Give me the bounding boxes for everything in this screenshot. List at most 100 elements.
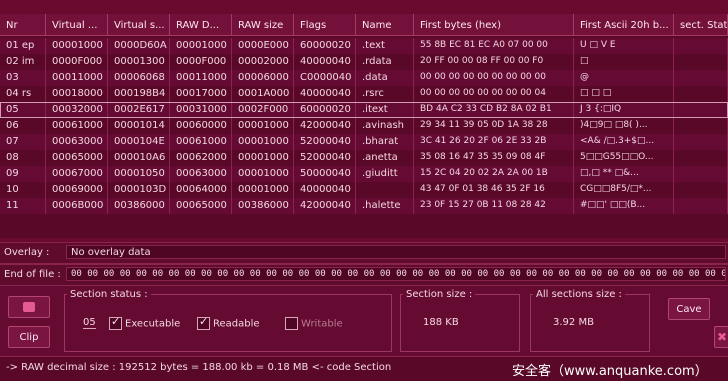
table-cell: <A& /□.3+$□...	[574, 134, 674, 150]
table-cell: 00001000	[232, 150, 294, 166]
table-row[interactable]: 02 im 0000F000 00001300 0000F000 00002000 400…	[0, 54, 728, 70]
table-cell: 00006068	[108, 70, 170, 86]
table-cell: 00001000	[232, 118, 294, 134]
table-cell: 3C 41 26 20 2F 06 2E 33 2B	[414, 134, 574, 150]
copy-button[interactable]	[8, 296, 50, 318]
table-cell: .halette	[356, 198, 414, 214]
column-header[interactable]: RAW D...	[170, 14, 232, 36]
table-cell	[674, 134, 728, 150]
table-row[interactable]: 09 00067000 00001050 00063000 00001000 500000…	[0, 166, 728, 182]
section-status-title: Section status :	[67, 289, 151, 300]
all-sections-value: 3.92 MB	[553, 317, 594, 328]
table-row[interactable]: 05 00032000 0002E617 00031000 0002F000 600000…	[0, 102, 728, 118]
table-cell: 60000020	[294, 38, 356, 54]
table-cell: .data	[356, 70, 414, 86]
executable-checkbox[interactable]: Executable	[109, 315, 180, 330]
table-cell: @	[574, 70, 674, 86]
table-row[interactable]: 07 00063000 0000104E 00061000 00001000 520000…	[0, 134, 728, 150]
readable-checkbox[interactable]: Readable	[197, 315, 260, 330]
table-cell: 0001A000	[232, 86, 294, 102]
writable-checkbox[interactable]: Writable	[285, 317, 343, 330]
table-cell: 02 im	[0, 54, 46, 70]
overlay-bar: Overlay : No overlay data	[0, 242, 728, 264]
table-cell: 42000040	[294, 198, 356, 214]
table-row[interactable]: 06 00061000 00001014 00060000 00001000 420000…	[0, 118, 728, 134]
section-size-group: Section size : 188 KB	[400, 289, 520, 352]
table-cell: 00001000	[232, 166, 294, 182]
eof-value[interactable]: 00 00 00 00 00 00 00 00 00 00 00 00 00 0…	[66, 267, 726, 281]
table-cell: .text	[356, 38, 414, 54]
column-header[interactable]: First bytes (hex)	[414, 14, 574, 36]
table-cell: 05	[0, 102, 46, 118]
table-cell: .giuditt	[356, 166, 414, 182]
section-panel: Clip Section status : 05 Executable Read…	[0, 286, 728, 356]
table-cell: 40000040	[294, 86, 356, 102]
table-cell: 00063000	[170, 166, 232, 182]
table-cell: 00060000	[170, 118, 232, 134]
eof-bar: End of file : 00 00 00 00 00 00 00 00 00…	[0, 264, 728, 286]
section-size-title: Section size :	[403, 289, 476, 300]
column-header[interactable]: Name	[356, 14, 414, 36]
table-row[interactable]: 01 ep 00001000 0000D60A 00001000 0000E000 600…	[0, 38, 728, 54]
table-cell: 50000040	[294, 166, 356, 182]
table-cell	[674, 38, 728, 54]
table-row[interactable]: 10 00069000 0000103D 00064000 00001000 400000…	[0, 182, 728, 198]
table-cell: .anetta	[356, 150, 414, 166]
table-cell: U □ V E	[574, 38, 674, 54]
table-row[interactable]: 04 rs 00018000 000198B4 00017000 0001A000 400…	[0, 86, 728, 102]
table-cell: .rsrc	[356, 86, 414, 102]
table-cell: 00001000	[170, 38, 232, 54]
column-header[interactable]: Virtual ...	[46, 14, 108, 36]
column-header[interactable]: Nr	[0, 14, 46, 36]
table-cell: 09	[0, 166, 46, 182]
table-cell: 00 00 00 00 00 00 00 00 00	[414, 70, 574, 86]
table-cell: 00006000	[232, 70, 294, 86]
table-cell: 000010A6	[108, 150, 170, 166]
watermark: 安全客（www.anquanke.com）	[512, 364, 708, 379]
table-cell	[674, 70, 728, 86]
table-cell: 00001050	[108, 166, 170, 182]
table-cell: 00011000	[46, 70, 108, 86]
table-cell: 00001014	[108, 118, 170, 134]
table-cell: .avinash	[356, 118, 414, 134]
table-cell: 00011000	[170, 70, 232, 86]
column-header[interactable]: First Ascii 20h b...	[574, 14, 674, 36]
all-sections-title: All sections size :	[533, 289, 625, 300]
table-row[interactable]: 03 00011000 00006068 00011000 00006000 C00000…	[0, 70, 728, 86]
overlay-label: Overlay :	[4, 247, 50, 258]
clip-button[interactable]: Clip	[8, 326, 50, 348]
column-header[interactable]: RAW size	[232, 14, 294, 36]
table-cell	[674, 198, 728, 214]
cave-button[interactable]: Cave	[668, 298, 710, 320]
table-cell	[674, 54, 728, 70]
column-header[interactable]: Flags	[294, 14, 356, 36]
tool-icon-button[interactable]: ✖	[714, 326, 728, 348]
section-index[interactable]: 05	[83, 317, 96, 329]
table-cell: 60000020	[294, 102, 356, 118]
table-row[interactable]: 11 0006B000 00386000 00065000 00386000 420000…	[0, 198, 728, 214]
table-cell: 0000F000	[46, 54, 108, 70]
table-cell: 00001000	[46, 38, 108, 54]
status-bar: -> RAW decimal size : 192512 bytes = 188…	[0, 356, 728, 381]
table-cell: 0002E617	[108, 102, 170, 118]
all-sections-group: All sections size : 3.92 MB	[530, 289, 650, 352]
wrench-icon: ✖	[716, 330, 728, 344]
table-row[interactable]: 08 00065000 000010A6 00062000 00001000 520000…	[0, 150, 728, 166]
table-cell: 04 rs	[0, 86, 46, 102]
table-cell: 00001000	[232, 182, 294, 198]
table-cell: 00386000	[108, 198, 170, 214]
table-cell: .itext	[356, 102, 414, 118]
table-cell: □	[574, 54, 674, 70]
table-cell: CG□□8F5/□*...	[574, 182, 674, 198]
table-cell: 0000103D	[108, 182, 170, 198]
column-header[interactable]: Virtual s...	[108, 14, 170, 36]
table-cell	[674, 166, 728, 182]
table-cell: 0002F000	[232, 102, 294, 118]
table-cell: 42000040	[294, 118, 356, 134]
column-header[interactable]: sect. Stats	[674, 14, 728, 36]
overlay-value: No overlay data	[66, 245, 726, 259]
table-cell: □ □ □	[574, 86, 674, 102]
table-cell: 01 ep	[0, 38, 46, 54]
table-cell	[674, 86, 728, 102]
section-size-value: 188 KB	[423, 317, 459, 328]
